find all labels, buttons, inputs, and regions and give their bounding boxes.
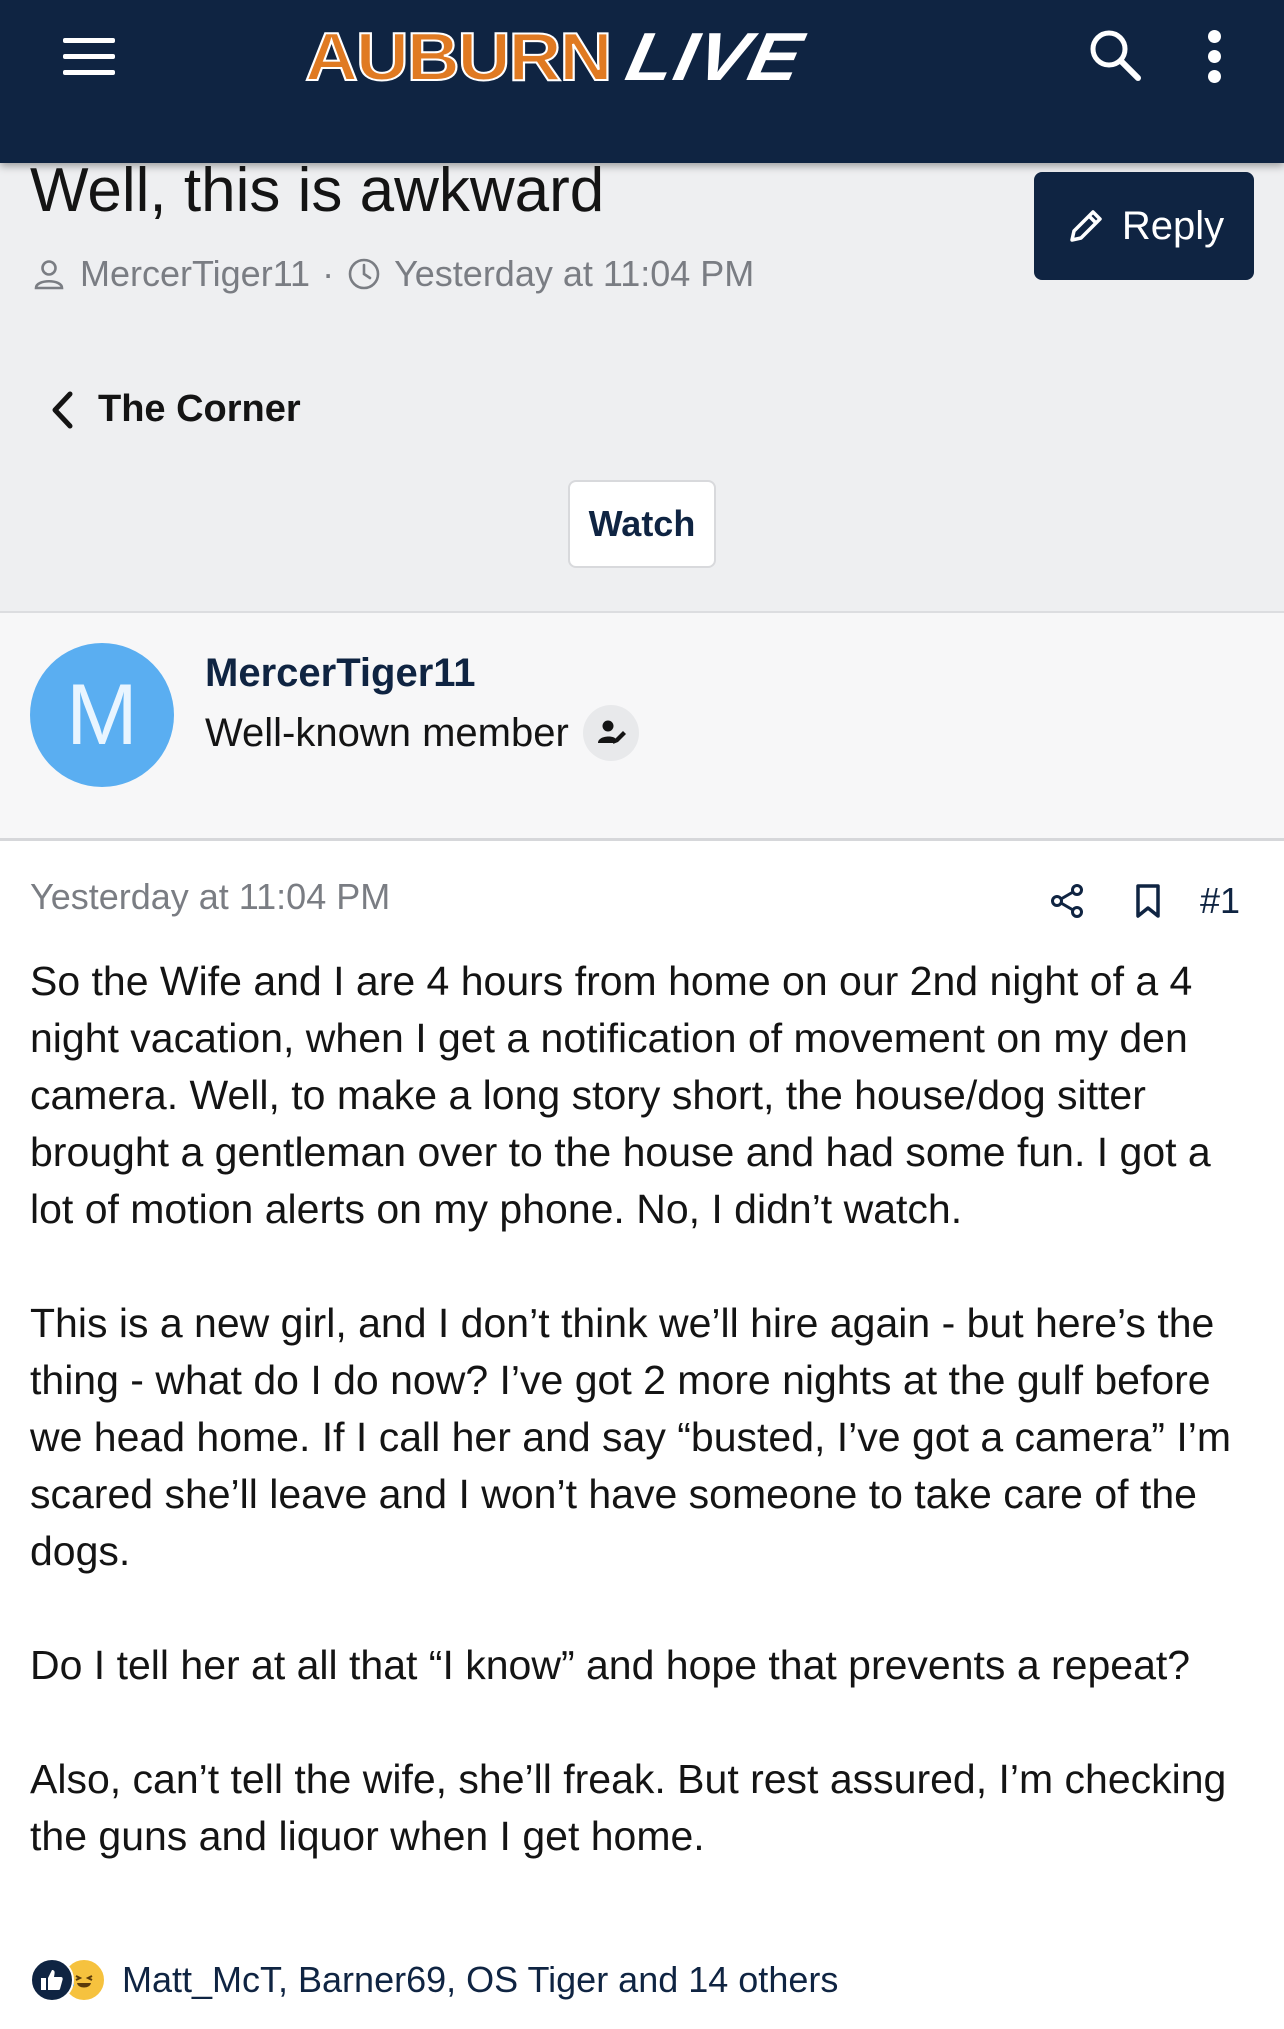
- chevron-left-icon: [52, 391, 73, 428]
- breadcrumb-forum-link[interactable]: The Corner: [98, 388, 301, 431]
- top-navigation-bar: AUBURN LIVE: [0, 0, 1284, 163]
- user-icon: [34, 260, 64, 290]
- post-paragraph: So the Wife and I are 4 hours from home …: [30, 958, 1211, 1232]
- watch-button[interactable]: Watch: [568, 480, 716, 568]
- reactions-list[interactable]: Matt_McT, Barner69, OS Tiger and 14 othe…: [122, 1959, 838, 2001]
- user-title-text: Well-known member: [205, 710, 569, 755]
- meta-separator: ·: [322, 253, 335, 294]
- post-paragraph: Also, can’t tell the wife, she’ll freak.…: [30, 1756, 1227, 1859]
- post-paragraph: This is a new girl, and I don’t think we…: [30, 1300, 1231, 1574]
- avatar[interactable]: M: [30, 643, 174, 787]
- post-actions: #1: [1050, 880, 1240, 922]
- share-icon[interactable]: [1050, 883, 1084, 919]
- username-link[interactable]: MercerTiger11: [205, 651, 476, 696]
- thread-meta: MercerTiger11 · Yesterday at 11:04 PM: [32, 253, 754, 295]
- bookmark-icon[interactable]: [1134, 883, 1162, 919]
- post-user-block: M MercerTiger11 Well-known member: [0, 613, 1284, 841]
- reactions-bar[interactable]: Matt_McT, Barner69, OS Tiger and 14 othe…: [30, 1955, 838, 2005]
- post-date[interactable]: Yesterday at 11:04 PM: [30, 876, 390, 918]
- site-logo[interactable]: AUBURN LIVE: [304, 18, 810, 96]
- thumbs-up-icon: [30, 1958, 74, 2002]
- user-title: Well-known member: [205, 705, 639, 761]
- post-permalink-number[interactable]: #1: [1200, 880, 1240, 922]
- search-icon[interactable]: [1085, 25, 1145, 85]
- reply-button[interactable]: Reply: [1034, 172, 1254, 280]
- logo-text-auburn: AUBURN: [304, 18, 614, 96]
- post-paragraph: Do I tell her at all that “I know” and h…: [30, 1642, 1191, 1688]
- thread-timestamp[interactable]: Yesterday at 11:04 PM: [394, 253, 754, 295]
- reaction-icons: [30, 1955, 110, 2005]
- clock-icon: [348, 258, 380, 290]
- hamburger-menu-icon[interactable]: [58, 32, 118, 80]
- reply-label: Reply: [1121, 203, 1225, 248]
- breadcrumb[interactable]: The Corner: [50, 388, 301, 431]
- kebab-more-icon[interactable]: [1200, 28, 1230, 84]
- thread-author[interactable]: MercerTiger11: [80, 253, 310, 295]
- member-badge-icon[interactable]: [582, 705, 639, 761]
- pencil-icon: [1070, 210, 1102, 242]
- post-body: So the Wife and I are 4 hours from home …: [30, 953, 1260, 1922]
- thread-title: Well, this is awkward: [30, 156, 605, 225]
- logo-text-live: LIVE: [619, 19, 810, 95]
